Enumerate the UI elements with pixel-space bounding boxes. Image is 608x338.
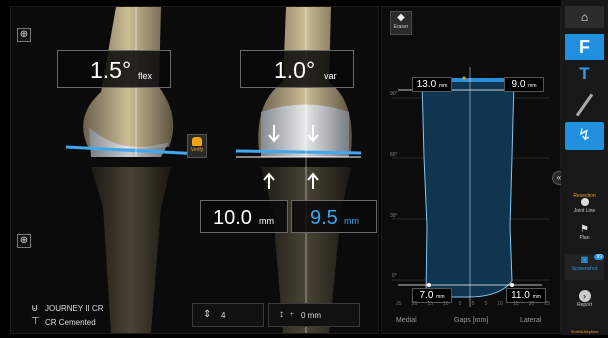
axis-lateral-label: Lateral bbox=[520, 317, 542, 324]
x-tick: 20 bbox=[411, 301, 418, 307]
flexion-value: 1.5° bbox=[90, 57, 132, 83]
insert-icon: ⇕ bbox=[203, 309, 212, 320]
home-icon: ⌂ bbox=[580, 10, 589, 24]
gap-top-right: 9.0 mm bbox=[504, 77, 544, 92]
angle-tick-30: 30° bbox=[390, 213, 398, 219]
sidebar: ⌂ F T ↯ Resection Joint Line ⚑ Plan ◙ Sc… bbox=[561, 0, 608, 335]
x-tick: 5 bbox=[458, 301, 462, 307]
ligament-icon: ↯ bbox=[577, 127, 592, 144]
gap-graph[interactable] bbox=[382, 7, 560, 333]
plan-label: Plan bbox=[579, 235, 590, 241]
axis-gaps-label: Gaps [mm] bbox=[454, 317, 489, 324]
report-label: Report bbox=[576, 302, 592, 308]
ligament-tool-button[interactable]: ↯ bbox=[565, 122, 604, 150]
report-icon: › bbox=[578, 290, 591, 302]
tibia-view-button[interactable]: T bbox=[565, 62, 604, 86]
verify-icon bbox=[192, 137, 202, 146]
x-tick: 5 bbox=[484, 301, 488, 307]
gap-graph-panel: ◆ Eraser 13.0 mm 9.0 mm 7.0 mm 11.0 mm 9… bbox=[381, 6, 561, 334]
x-tick: 15 bbox=[513, 301, 519, 307]
tibial-component-icon: ⊤ bbox=[31, 316, 40, 327]
varus-readout: 1.0° var bbox=[240, 50, 354, 88]
add-point-top-button[interactable]: ⊕ bbox=[17, 28, 31, 42]
report-button[interactable]: › Report bbox=[565, 290, 604, 316]
verify-button[interactable]: Verify bbox=[187, 134, 207, 158]
lateral-gap-readout: 9.5 mm bbox=[291, 200, 377, 233]
x-tick: 20 bbox=[528, 301, 535, 307]
femur-view-button[interactable]: F bbox=[565, 34, 604, 60]
flexion-unit: flex bbox=[138, 71, 153, 81]
x-tick: 10 bbox=[443, 301, 449, 307]
lateral-gap-unit: mm bbox=[344, 216, 359, 226]
probe-icon bbox=[575, 93, 594, 117]
gap-top-left-value: 13.0 bbox=[416, 79, 437, 90]
implant-type: CR Cemented bbox=[45, 318, 96, 327]
resection-value: 0 mm bbox=[301, 311, 321, 320]
gap-top-left-unit: mm bbox=[438, 83, 448, 89]
tibia-view-label: T bbox=[579, 64, 590, 83]
gap-top-right-value: 9.0 bbox=[511, 79, 526, 90]
resection-depth-control[interactable]: ↕ + 0 mm bbox=[268, 303, 360, 327]
resection-prefix: + bbox=[290, 312, 294, 318]
home-button[interactable]: ⌂ bbox=[565, 6, 604, 28]
plan-button[interactable]: ⚑ Plan bbox=[565, 224, 604, 248]
verify-label: Verify bbox=[190, 147, 204, 153]
lateral-gap-value: 9.5 bbox=[310, 207, 338, 229]
gap-top-right-unit: mm bbox=[528, 83, 537, 89]
x-tick: 15 bbox=[427, 301, 433, 307]
implant-3d-view[interactable]: ⊕ ⊕ 1.5° flex 1.0° var Verify 10.0 mm 9.… bbox=[10, 6, 379, 334]
x-tick: 25 bbox=[396, 301, 402, 307]
brand-label: Smith&Nephew bbox=[570, 329, 599, 334]
flag-icon: ⚑ bbox=[580, 224, 589, 235]
gap-top-left: 13.0 mm bbox=[412, 77, 452, 92]
resection-depth-icon: ↕ bbox=[279, 309, 284, 320]
x-axis-ticks: 25 20 15 10 5 0 5 10 15 20 25 bbox=[396, 301, 550, 307]
varus-value: 1.0° bbox=[274, 57, 316, 83]
implant-name: JOURNEY II CR bbox=[45, 304, 104, 313]
gap-bottom-left-unit: mm bbox=[436, 294, 445, 300]
axis-medial-label: Medial bbox=[396, 317, 417, 324]
angle-tick-60: 60° bbox=[390, 152, 398, 158]
probe-tool-button[interactable] bbox=[565, 92, 604, 120]
brand-logo: Smith&Nephew bbox=[565, 320, 604, 334]
screenshot-badge: 99 bbox=[594, 254, 604, 260]
x-tick: 0 bbox=[471, 301, 475, 307]
x-tick: 25 bbox=[544, 301, 550, 307]
joint-line-label: Joint Line bbox=[573, 208, 596, 214]
add-point-bottom-button[interactable]: ⊕ bbox=[17, 234, 31, 248]
x-tick: 10 bbox=[497, 301, 503, 307]
angle-tick-90: 90° bbox=[390, 91, 398, 97]
joint-line-icon bbox=[580, 198, 589, 206]
medial-gap-value: 10.0 bbox=[213, 207, 252, 229]
screenshot-label: Screenshot bbox=[571, 266, 598, 272]
gap-bottom-right-unit: mm bbox=[532, 294, 541, 300]
medial-gap-readout: 10.0 mm bbox=[200, 200, 288, 233]
gap-bottom-right-value: 11.0 bbox=[511, 290, 530, 301]
screenshot-button[interactable]: ◙ Screenshot 99 bbox=[565, 254, 604, 280]
angle-tick-0: 0° bbox=[392, 273, 397, 279]
flexion-readout: 1.5° flex bbox=[57, 50, 171, 88]
insert-thickness-control[interactable]: ⇕ 4 bbox=[192, 303, 264, 327]
femur-view-label: F bbox=[579, 37, 590, 57]
joint-line-button[interactable]: Joint Line bbox=[565, 196, 604, 218]
varus-unit: var bbox=[324, 71, 337, 81]
femoral-component-icon: ⊍ bbox=[31, 303, 39, 314]
insert-value: 4 bbox=[221, 311, 226, 320]
gap-bottom-left-value: 7.0 bbox=[419, 290, 434, 301]
medial-gap-unit: mm bbox=[259, 216, 274, 226]
implant-info: ⊍ JOURNEY II CR ⊤ CR Cemented bbox=[31, 303, 151, 331]
